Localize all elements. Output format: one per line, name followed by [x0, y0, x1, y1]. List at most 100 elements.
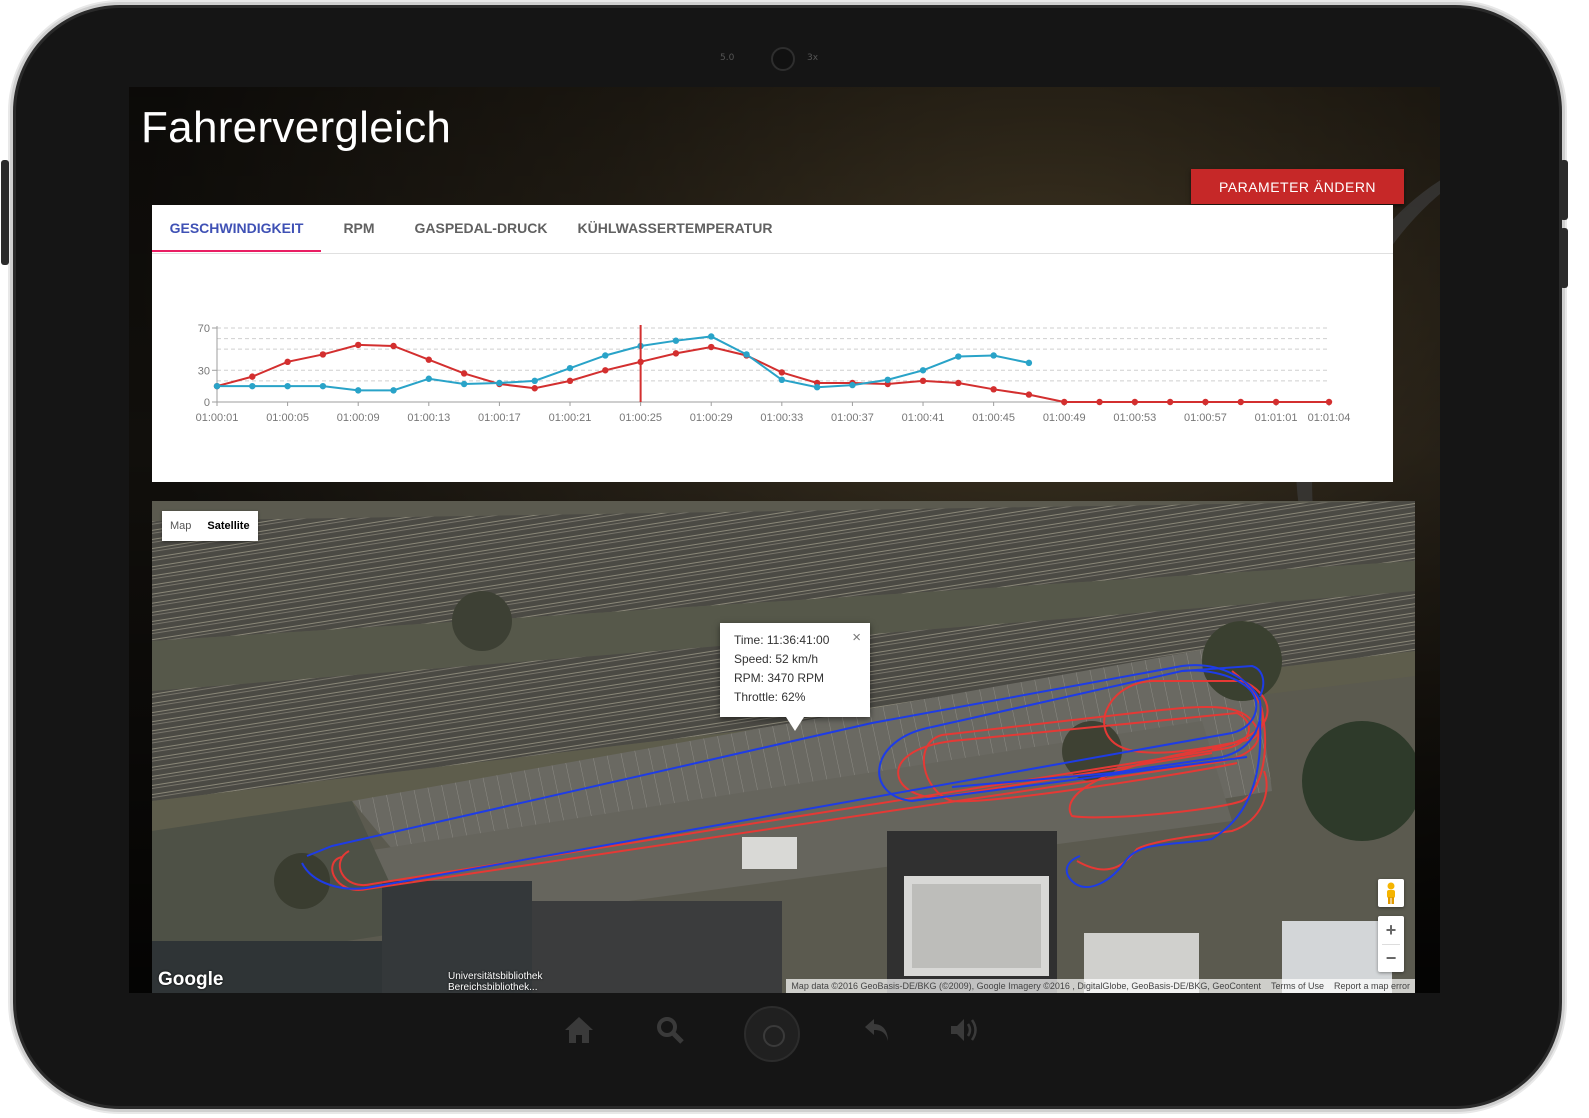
series-1-point-19 — [884, 376, 891, 383]
series-1-point-15 — [743, 351, 750, 358]
y-tick-label-1: 30 — [198, 365, 210, 377]
camera-icon — [771, 47, 795, 71]
map-type-map-button[interactable]: Map — [162, 511, 199, 541]
tab-bar: GESCHWINDIGKEIT RPM GASPEDAL-DRUCK KÜHLW… — [152, 205, 1393, 254]
speed-line-chart[interactable]: 0 30 70 01:00:01 01:00:05 01:00:09 01:00:13 01:… — [152, 253, 1393, 482]
map-info-window: × Time: 11:36:41:00 Speed: 52 km/h RPM: … — [720, 623, 870, 731]
series-1-point-11 — [602, 352, 609, 359]
map-type-satellite-button[interactable]: Satellite — [199, 511, 257, 541]
zoom-in-button[interactable]: + — [1378, 916, 1404, 944]
zoom-control: + − — [1378, 916, 1404, 972]
x-tick-label-11: 01:00:45 — [972, 412, 1015, 424]
x-tick-label-13: 01:00:53 — [1113, 412, 1156, 424]
series-1-point-21 — [955, 353, 962, 360]
x-tick-label-7: 01:00:29 — [690, 412, 733, 424]
series-1-point-13 — [672, 337, 680, 344]
series-0-point-3 — [319, 351, 327, 358]
series-0-point-22 — [990, 386, 997, 393]
satellite-map[interactable]: Map Satellite × Time: 11:36:41:00 Speed:… — [152, 501, 1415, 993]
series-0-point-26 — [1131, 398, 1139, 406]
y-tick-label-2: 70 — [198, 323, 210, 335]
route-red-2 — [338, 711, 1250, 887]
terms-link[interactable]: Terms of Use — [1266, 979, 1329, 993]
tab-coolant-temperature[interactable]: KÜHLWASSERTEMPERATUR — [565, 205, 785, 252]
series-0-point-2 — [284, 358, 291, 366]
x-tick-label-6: 01:00:25 — [619, 412, 662, 424]
series-1-point-6 — [425, 375, 433, 382]
series-1-point-22 — [990, 352, 997, 359]
x-tick-label-9: 01:00:37 — [831, 412, 874, 424]
series-0-point-25 — [1096, 398, 1103, 406]
series-0-point-24 — [1061, 398, 1068, 406]
x-tick-label-8: 01:00:33 — [760, 412, 803, 424]
series-0-point-27 — [1166, 398, 1174, 406]
change-parameters-button[interactable]: PARAMETER ÄNDERN — [1191, 169, 1404, 204]
camera-label-left: 5.0 — [720, 53, 735, 63]
tab-rpm[interactable]: RPM — [321, 205, 397, 252]
poi-label-line-2: Bereichsbibliothek... — [448, 982, 538, 993]
series-0-point-1 — [249, 373, 256, 380]
x-tick-label-10: 01:00:41 — [902, 412, 945, 424]
zoom-out-button[interactable]: − — [1378, 944, 1404, 972]
search-icon[interactable] — [655, 1015, 685, 1045]
series-1-point-9 — [531, 377, 538, 385]
zoom-divider — [1382, 944, 1400, 945]
series-1-point-10 — [566, 364, 574, 372]
poi-label: Universitätsbibliothek Bereichsbibliothe… — [448, 971, 543, 993]
x-tick-label-2: 01:00:09 — [337, 412, 380, 424]
series-0-point-23 — [1025, 391, 1033, 398]
page-title: Fahrervergleich — [141, 103, 452, 152]
side-button-right-bottom — [1560, 228, 1568, 288]
series-0-point-28 — [1202, 398, 1209, 406]
series-0-point-5 — [390, 342, 397, 350]
side-button-right-top — [1560, 160, 1568, 220]
chart-card: GESCHWINDIGKEIT RPM GASPEDAL-DRUCK KÜHLW… — [152, 205, 1393, 482]
series-1-point-23 — [1025, 359, 1033, 367]
tab-speed[interactable]: GESCHWINDIGKEIT — [152, 205, 321, 252]
attribution-text: Map data ©2016 GeoBasis-DE/BKG (©2009), … — [791, 981, 1261, 991]
close-icon[interactable]: × — [852, 628, 861, 647]
active-tab-indicator — [152, 250, 321, 252]
volume-icon[interactable] — [948, 1015, 982, 1045]
camera-label-right: 3x — [807, 53, 819, 63]
home-icon[interactable] — [563, 1015, 595, 1045]
series-1-point-4 — [355, 387, 362, 394]
series-1-point-14 — [708, 333, 715, 340]
series-0-point-10 — [566, 377, 574, 385]
series-1-point-3 — [319, 382, 327, 390]
x-tick-label-15: 01:01:01 — [1255, 412, 1298, 424]
x-tick-label-12: 01:00:49 — [1043, 412, 1086, 424]
device-home-button[interactable] — [744, 1006, 800, 1062]
series-0-point-7 — [460, 370, 468, 377]
map-type-control: Map Satellite — [162, 511, 258, 541]
x-tick-label-5: 01:00:21 — [549, 412, 592, 424]
series-0-point-30 — [1272, 398, 1280, 406]
series-1-point-5 — [390, 387, 397, 394]
tab-throttle[interactable]: GASPEDAL-DRUCK — [397, 205, 565, 252]
series-0-point-21 — [955, 379, 962, 387]
x-tick-label-1: 01:00:05 — [266, 412, 309, 424]
map-attribution: Map data ©2016 GeoBasis-DE/BKG (©2009), … — [786, 979, 1415, 993]
route-tracks — [301, 664, 1269, 891]
poi-label-line-1: Universitätsbibliothek — [448, 971, 543, 982]
series-1-point-1 — [249, 382, 256, 390]
y-tick-label-0: 0 — [204, 397, 210, 409]
info-speed: Speed: 52 km/h — [734, 652, 819, 666]
series-1-point-8 — [496, 379, 503, 387]
series-0-point-29 — [1237, 398, 1244, 406]
report-map-error-link[interactable]: Report a map error — [1329, 979, 1415, 993]
info-rpm: RPM: 3470 RPM — [734, 671, 825, 685]
google-logo[interactable]: Google — [158, 969, 223, 991]
series-0-point-13 — [672, 350, 680, 357]
route-red-1 — [331, 705, 1260, 891]
series-0-point-4 — [355, 341, 362, 349]
series-1-point-17 — [813, 384, 821, 391]
back-icon[interactable] — [862, 1015, 892, 1045]
series-0-point-11 — [602, 367, 609, 374]
series-1-point-2 — [284, 382, 291, 390]
pegman-icon[interactable] — [1378, 879, 1404, 907]
info-throttle: Throttle: 62% — [734, 690, 806, 704]
x-tick-label-14: 01:00:57 — [1184, 412, 1227, 424]
info-time: Time: 11:36:41:00 — [734, 633, 830, 647]
series-1-point-20 — [919, 367, 927, 374]
